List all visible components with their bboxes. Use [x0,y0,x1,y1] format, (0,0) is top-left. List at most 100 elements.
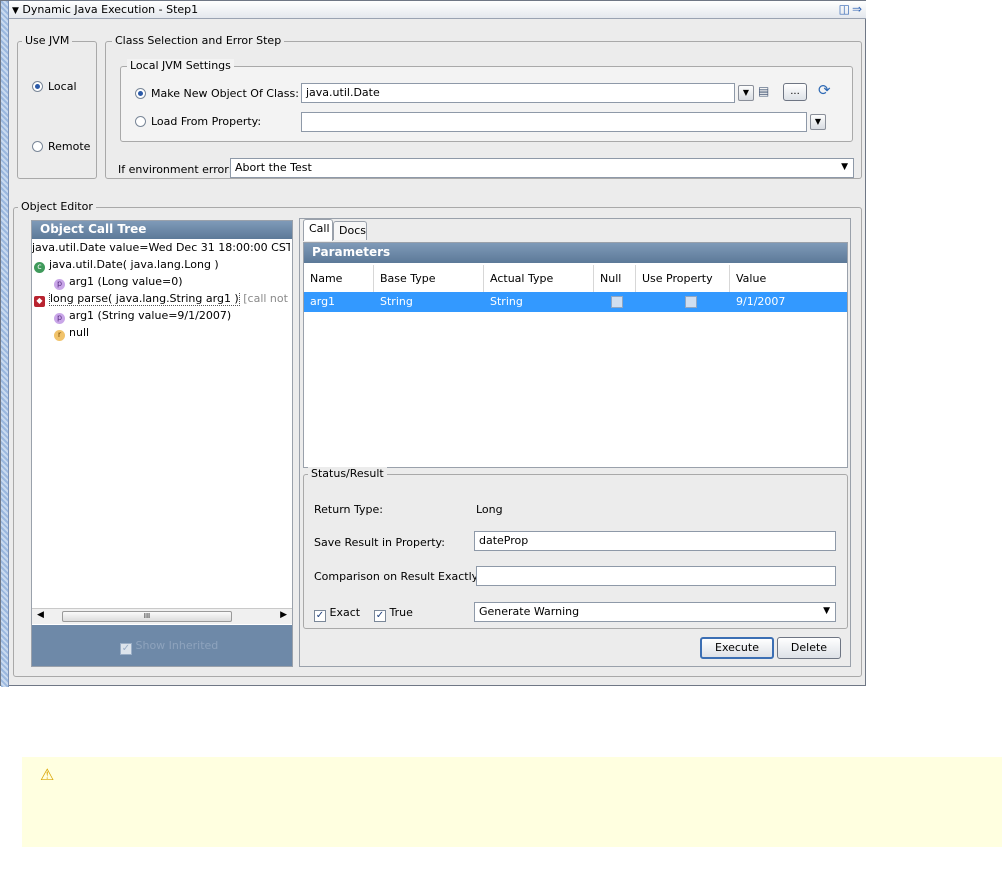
true-check-icon[interactable]: ✓ [374,610,386,622]
tree-footer: ✓ Show Inherited [32,625,292,666]
parameters-panel: Parameters Name Base Type Actual Type Nu… [303,242,848,468]
column-header-base-type[interactable]: Base Type [374,265,484,292]
scroll-left-icon[interactable]: ◀ [37,610,44,620]
show-inherited-check-icon[interactable]: ✓ [120,643,132,655]
return-type-value: Long [476,503,503,516]
env-error-select[interactable]: Abort the Test ▼ [230,158,854,178]
class-selection-group: Class Selection and Error Step Local JVM… [105,34,862,179]
class-selection-legend: Class Selection and Error Step [112,34,285,47]
delete-button[interactable]: Delete [777,637,841,659]
tree-constructor-arg-label: arg1 (Long value=0) [69,275,183,288]
chevron-down-icon: ▼ [742,88,750,97]
window-title: Dynamic Java Execution - Step1 [22,3,199,16]
show-inherited-label: Show Inherited [135,639,219,652]
local-radio-option[interactable]: Local [32,80,77,93]
call-docs-tabs: Call Docs Parameters Name Base Type Actu… [299,218,851,667]
tree-row-method[interactable]: ◆ long parse( java.lang.String arg1 ) [ca… [34,292,292,307]
chevron-down-icon: ▼ [814,117,822,126]
scroll-grip: III [143,612,151,620]
save-result-input[interactable]: dateProp [474,531,836,551]
use-property-checkbox[interactable] [685,296,697,308]
object-call-tree-header: Object Call Tree [32,221,292,239]
return-type-label: Return Type: [314,503,383,516]
true-label: True [389,606,413,619]
status-result-group: Status/Result Return Type: Long Save Res… [303,467,848,629]
float-window-icon[interactable]: ◫ [839,2,852,16]
class-browser-icon[interactable]: ▤ [758,84,769,98]
null-checkbox[interactable] [611,296,623,308]
column-header-value[interactable]: Value [730,265,848,292]
tree-root-label: java.util.Date value=Wed Dec 31 18:00:00… [32,241,290,254]
tree-return-label: null [69,326,90,339]
comparison-input[interactable] [476,566,836,586]
warning-icon: ⚠ [40,765,55,784]
class-dropdown-button[interactable]: ▼ [738,85,754,101]
execute-button[interactable]: Execute [700,637,774,659]
local-jvm-settings-group: Local JVM Settings Make New Object Of Cl… [120,59,853,142]
method-icon: ◆ [34,296,45,307]
parameter-icon: p [54,313,65,324]
cell-value[interactable]: 9/1/2007 [736,295,785,308]
browse-button[interactable]: ... [783,83,807,101]
parameters-header: Parameters [304,243,847,263]
scroll-right-icon[interactable]: ▶ [280,610,287,620]
refresh-icon[interactable]: ⟳ [818,81,831,99]
property-dropdown-button[interactable]: ▼ [810,114,826,130]
comparison-label: Comparison on Result Exactly: [314,570,482,583]
tree-row-root[interactable]: java.util.Date value=Wed Dec 31 18:00:00… [32,241,290,254]
tab-call[interactable]: Call [303,219,333,241]
tree-row-return[interactable]: r null [54,326,89,341]
dock-arrow-icon[interactable]: ⇒ [852,2,864,16]
window-side-stripe [1,1,9,687]
table-row[interactable]: arg1 String String 9/1/2007 [304,292,847,312]
local-radio-icon[interactable] [32,81,43,92]
env-error-value: Abort the Test [235,161,312,174]
result-action-value: Generate Warning [479,605,580,618]
dynamic-java-execution-window: ▼ Dynamic Java Execution - Step1 ◫⇒ Use … [0,0,866,687]
load-from-property-input[interactable] [301,112,807,132]
use-jvm-legend: Use JVM [22,34,73,47]
chevron-down-icon: ▼ [823,606,830,616]
title-bar[interactable]: ▼ Dynamic Java Execution - Step1 ◫⇒ [9,1,866,19]
tab-docs[interactable]: Docs [333,221,367,240]
tree-method-arg-label: arg1 (String value=9/1/2007) [69,309,232,322]
remote-radio-option[interactable]: Remote [32,140,90,153]
scroll-thumb[interactable]: III [62,611,232,622]
collapse-triangle-icon[interactable]: ▼ [12,6,19,16]
cell-actual-type[interactable]: String [490,295,523,308]
tree-constructor-label: java.util.Date( java.lang.Long ) [49,258,219,271]
exact-checkbox[interactable]: ✓ Exact [314,606,360,622]
make-new-label: Make New Object Of Class: [151,87,299,100]
chevron-down-icon: ▼ [841,162,848,172]
column-header-actual-type[interactable]: Actual Type [484,265,594,292]
result-action-select[interactable]: Generate Warning ▼ [474,602,836,622]
cell-base-type: String [380,295,413,308]
tree-horizontal-scrollbar[interactable]: ◀ III ▶ [32,608,292,624]
tree-row-method-arg[interactable]: p arg1 (String value=9/1/2007) [54,309,231,324]
column-header-use-property[interactable]: Use Property [636,265,730,292]
load-from-label: Load From Property: [151,115,262,128]
object-editor-legend: Object Editor [18,200,96,213]
object-call-tree-panel: Object Call Tree java.util.Date value=We… [31,220,293,667]
exact-label: Exact [329,606,361,619]
load-from-radio-icon[interactable] [135,116,146,127]
column-header-name[interactable]: Name [304,265,374,292]
make-new-radio-icon[interactable] [135,88,146,99]
make-new-object-radio[interactable]: Make New Object Of Class: [135,87,299,100]
load-from-property-radio[interactable]: Load From Property: [135,115,261,128]
tree-row-constructor[interactable]: c java.util.Date( java.lang.Long ) [34,258,219,273]
env-error-label: If environment error: [118,163,233,176]
status-result-legend: Status/Result [308,467,387,480]
class-name-input[interactable]: java.util.Date [301,83,735,103]
show-inherited-checkbox[interactable]: ✓ Show Inherited [120,639,218,655]
remote-radio-icon[interactable] [32,141,43,152]
remote-radio-label: Remote [48,140,91,153]
warning-box: ⚠ [22,757,1002,847]
exact-check-icon[interactable]: ✓ [314,610,326,622]
tree-row-constructor-arg[interactable]: p arg1 (Long value=0) [54,275,183,290]
column-header-null[interactable]: Null [594,265,636,292]
save-result-label: Save Result in Property: [314,536,445,549]
title-actions: ◫⇒ [839,2,864,16]
return-icon: r [54,330,65,341]
true-checkbox[interactable]: ✓ True [374,606,413,622]
